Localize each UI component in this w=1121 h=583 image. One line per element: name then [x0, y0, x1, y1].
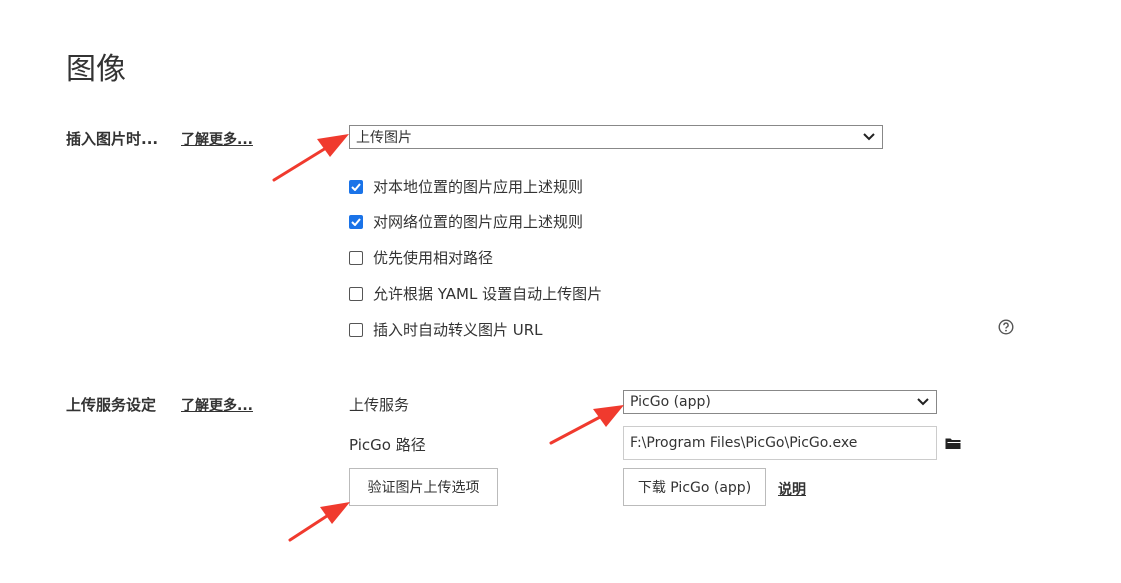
page-title: 图像 [66, 52, 126, 87]
verify-upload-button[interactable]: 验证图片上传选项 [349, 468, 498, 506]
insert-image-select-value: 上传图片 [356, 130, 412, 146]
chevron-down-icon [862, 130, 876, 144]
checkbox-unchecked-icon[interactable] [349, 250, 363, 265]
annotation-arrow [288, 502, 350, 542]
question-circle-icon[interactable] [998, 319, 1014, 335]
upload-service-field-label: 上传服务 [349, 396, 410, 414]
option-label: 优先使用相对路径 [373, 249, 494, 267]
picgo-path-input[interactable]: F:\Program Files\PicGo\PicGo.exe [623, 426, 937, 460]
checkbox-unchecked-icon[interactable] [349, 322, 363, 337]
option-label: 对网络位置的图片应用上述规则 [373, 213, 584, 231]
option-escape-url[interactable]: 插入时自动转义图片 URL [349, 319, 543, 340]
checkbox-unchecked-icon[interactable] [349, 286, 363, 301]
download-picgo-button[interactable]: 下载 PicGo (app) [623, 468, 766, 506]
option-relative-path[interactable]: 优先使用相对路径 [349, 247, 493, 268]
checkbox-checked-icon[interactable] [349, 179, 363, 194]
explain-link[interactable]: 说明 [778, 479, 806, 499]
option-network-images[interactable]: 对网络位置的图片应用上述规则 [349, 211, 583, 232]
checkbox-checked-icon[interactable] [349, 214, 363, 229]
annotation-arrow [549, 405, 624, 445]
insert-image-label: 插入图片时... [66, 130, 159, 148]
option-yaml-auto-upload[interactable]: 允许根据 YAML 设置自动上传图片 [349, 283, 602, 304]
option-local-images[interactable]: 对本地位置的图片应用上述规则 [349, 176, 583, 197]
upload-service-label: 上传服务设定 [66, 396, 157, 414]
folder-icon[interactable] [945, 435, 961, 454]
chevron-down-icon [916, 395, 930, 409]
upload-service-learn-more-link[interactable]: 了解更多... [181, 395, 253, 415]
insert-image-learn-more-link[interactable]: 了解更多... [181, 129, 253, 149]
option-label: 允许根据 YAML 设置自动上传图片 [373, 285, 603, 303]
upload-service-select[interactable]: PicGo (app) [623, 390, 937, 414]
upload-service-select-value: PicGo (app) [630, 394, 711, 410]
option-label: 插入时自动转义图片 URL [373, 321, 543, 339]
picgo-path-label: PicGo 路径 [349, 436, 426, 454]
option-label: 对本地位置的图片应用上述规则 [373, 178, 584, 196]
annotation-arrow [272, 134, 349, 182]
insert-image-select[interactable]: 上传图片 [349, 125, 883, 149]
